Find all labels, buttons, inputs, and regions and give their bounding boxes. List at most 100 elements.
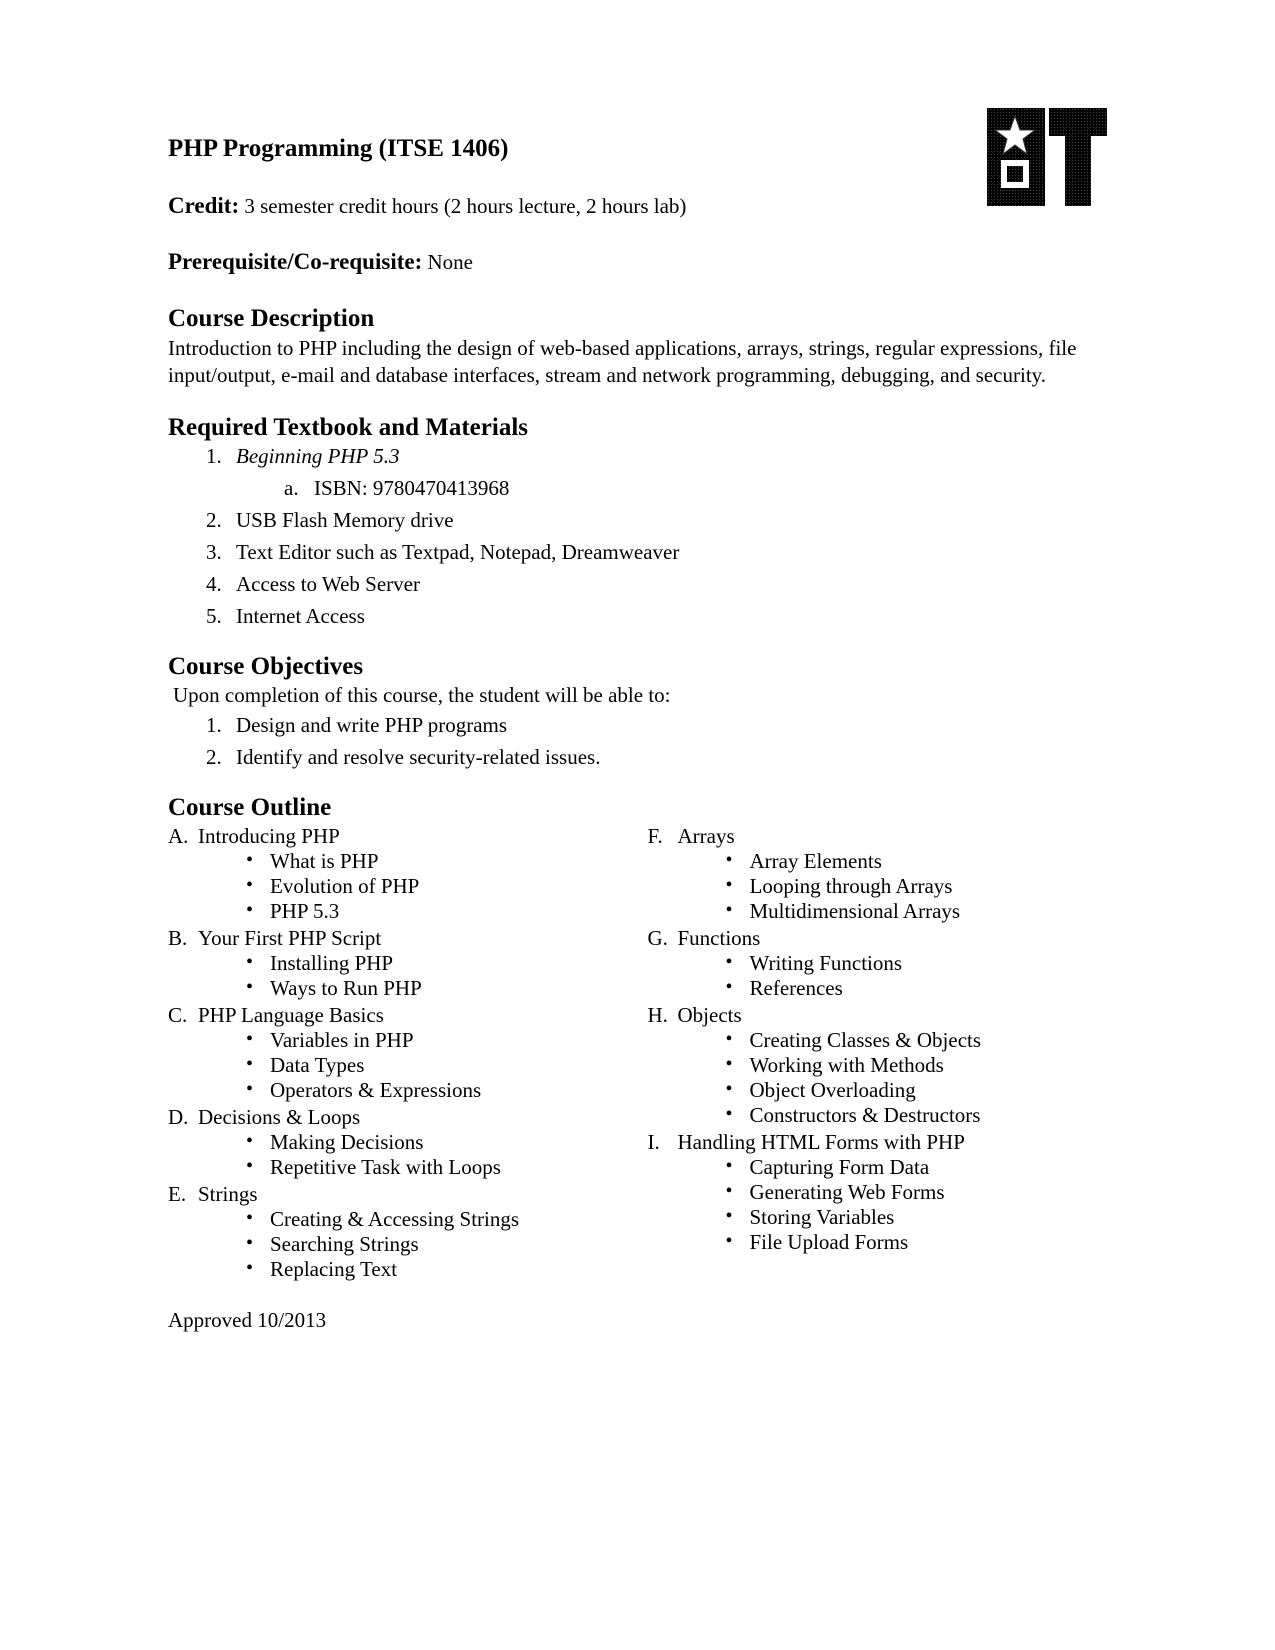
objectives-list: 1.Design and write PHP programs 2. Identif… xyxy=(168,713,1107,770)
outline-title-text: Handling HTML Forms with PHP xyxy=(678,1130,965,1154)
outline-bullet: Multidimensional Arrays xyxy=(726,899,1108,924)
outline-letter: G. xyxy=(648,926,668,951)
outline-heading: Course Outline xyxy=(168,794,1107,822)
institution-logo xyxy=(987,108,1107,210)
credit-value: 3 semester credit hours (2 hours lecture… xyxy=(244,194,686,218)
outline-bullets: Creating & Accessing StringsSearching St… xyxy=(168,1207,628,1282)
objectives-heading: Course Objectives xyxy=(168,653,1107,681)
outline-topic: A.Introducing PHPWhat is PHPEvolution of… xyxy=(168,824,628,924)
item-number: 2. xyxy=(206,745,222,770)
outline-bullet: Evolution of PHP xyxy=(246,874,628,899)
objectives-item: 2. Identify and resolve security-related … xyxy=(206,745,1107,770)
outline-section: Course Outline A.Introducing PHPWhat is … xyxy=(168,794,1107,1284)
materials-subitem: a. ISBN: 9780470413968 xyxy=(284,476,1107,501)
item-number: 5. xyxy=(206,604,222,629)
materials-section: Required Textbook and Materials 1. Beginn… xyxy=(168,414,1107,629)
outline-letter: I. xyxy=(648,1130,660,1155)
outline-title-text: PHP Language Basics xyxy=(198,1003,384,1027)
outline-right-column: F. ArraysArray ElementsLooping through Ar… xyxy=(648,824,1108,1284)
approval-footer: Approved 10/2013 xyxy=(168,1308,1107,1333)
course-title: PHP Programming (ITSE 1406) xyxy=(168,135,1107,163)
materials-list: 1. Beginning PHP 5.3 a. ISBN: 9780470413968… xyxy=(168,444,1107,629)
outline-bullet: Object Overloading xyxy=(726,1078,1108,1103)
outline-bullet: Operators & Expressions xyxy=(246,1078,628,1103)
objectives-section: Course Objectives Upon completion of thi… xyxy=(168,653,1107,770)
outline-title-text: Introducing PHP xyxy=(198,824,340,848)
outline-bullet: PHP 5.3 xyxy=(246,899,628,924)
outline-title-text: Decisions & Loops xyxy=(198,1105,360,1129)
outline-bullet: Replacing Text xyxy=(246,1257,628,1282)
outline-bullet: Searching Strings xyxy=(246,1232,628,1257)
outline-topic: B. Your First PHP ScriptInstalling PHPWay… xyxy=(168,926,628,1001)
outline-title-text: Your First PHP Script xyxy=(198,926,381,950)
objectives-item: 1.Design and write PHP programs xyxy=(206,713,1107,738)
outline-title-text: Strings xyxy=(198,1182,258,1206)
materials-sublist: a. ISBN: 9780470413968 xyxy=(236,476,1107,501)
outline-bullet: What is PHP xyxy=(246,849,628,874)
outline-bullet: Making Decisions xyxy=(246,1130,628,1155)
materials-item: 4.Access to Web Server xyxy=(206,572,1107,597)
item-number: 4. xyxy=(206,572,222,597)
outline-bullet: Looping through Arrays xyxy=(726,874,1108,899)
outline-topic: F. ArraysArray ElementsLooping through Ar… xyxy=(648,824,1108,924)
outline-bullet: Constructors & Destructors xyxy=(726,1103,1108,1128)
materials-item: 1. Beginning PHP 5.3 a. ISBN: 9780470413968 xyxy=(206,444,1107,501)
item-text: USB Flash Memory drive xyxy=(236,508,454,532)
outline-topic-title: H.Objects xyxy=(648,1003,1108,1028)
outline-topic: H.ObjectsCreating Classes & ObjectsWorki… xyxy=(648,1003,1108,1128)
outline-title-text: Functions xyxy=(678,926,761,950)
outline-bullet: Working with Methods xyxy=(726,1053,1108,1078)
subitem-letter: a. xyxy=(284,476,299,501)
materials-item: 2. USB Flash Memory drive xyxy=(206,508,1107,533)
outline-letter: F. xyxy=(648,824,663,849)
outline-title-text: Arrays xyxy=(678,824,735,848)
outline-bullet: Storing Variables xyxy=(726,1205,1108,1230)
materials-item: 3. Text Editor such as Textpad, Notepad, … xyxy=(206,540,1107,565)
outline-title-text: Objects xyxy=(678,1003,742,1027)
outline-bullet: Creating & Accessing Strings xyxy=(246,1207,628,1232)
outline-topic-title: F. Arrays xyxy=(648,824,1108,849)
outline-topic: C.PHP Language BasicsVariables in PHPDat… xyxy=(168,1003,628,1103)
outline-letter: B. xyxy=(168,926,187,951)
outline-bullet: Installing PHP xyxy=(246,951,628,976)
outline-topic-title: G. Functions xyxy=(648,926,1108,951)
subitem-text: ISBN: 9780470413968 xyxy=(314,476,509,500)
outline-bullet: File Upload Forms xyxy=(726,1230,1108,1255)
outline-bullet: Writing Functions xyxy=(726,951,1108,976)
item-number: 2. xyxy=(206,508,222,533)
item-number: 3. xyxy=(206,540,222,565)
course-description-text: Introduction to PHP including the design… xyxy=(168,335,1107,390)
outline-bullet: Creating Classes & Objects xyxy=(726,1028,1108,1053)
item-text: Identify and resolve security-related is… xyxy=(236,745,600,769)
outline-left-column: A.Introducing PHPWhat is PHPEvolution of… xyxy=(168,824,628,1284)
outline-bullet: Capturing Form Data xyxy=(726,1155,1108,1180)
outline-bullets: Variables in PHPData TypesOperators & Ex… xyxy=(168,1028,628,1103)
prereq-label: Prerequisite/Co-requisite: xyxy=(168,249,422,274)
outline-letter: E. xyxy=(168,1182,186,1207)
credit-label: Credit: xyxy=(168,193,239,218)
item-text: Beginning PHP 5.3 xyxy=(236,444,400,468)
prerequisite-line: Prerequisite/Co-requisite: None xyxy=(168,249,1107,275)
outline-bullet: Ways to Run PHP xyxy=(246,976,628,1001)
outline-bullets: Array ElementsLooping through ArraysMult… xyxy=(648,849,1108,924)
outline-topic: D. Decisions & LoopsMaking DecisionsRepet… xyxy=(168,1105,628,1180)
outline-bullets: What is PHPEvolution of PHPPHP 5.3 xyxy=(168,849,628,924)
outline-topic-title: A.Introducing PHP xyxy=(168,824,628,849)
materials-heading: Required Textbook and Materials xyxy=(168,414,1107,442)
item-number: 1. xyxy=(206,444,222,469)
outline-topic-title: I. Handling HTML Forms with PHP xyxy=(648,1130,1108,1155)
course-description-heading: Course Description xyxy=(168,305,1107,333)
item-number: 1. xyxy=(206,713,222,738)
outline-bullet: References xyxy=(726,976,1108,1001)
outline-topic: G. FunctionsWriting FunctionsReferences xyxy=(648,926,1108,1001)
outline-topic-title: E. Strings xyxy=(168,1182,628,1207)
materials-item: 5. Internet Access xyxy=(206,604,1107,629)
item-text: Internet Access xyxy=(236,604,365,628)
outline-topic-title: D. Decisions & Loops xyxy=(168,1105,628,1130)
outline-letter: D. xyxy=(168,1105,188,1130)
outline-bullet: Repetitive Task with Loops xyxy=(246,1155,628,1180)
outline-bullets: Writing FunctionsReferences xyxy=(648,951,1108,1001)
objectives-intro: Upon completion of this course, the stud… xyxy=(173,683,1107,708)
outline-topic-title: B. Your First PHP Script xyxy=(168,926,628,951)
item-text: Text Editor such as Textpad, Notepad, Dr… xyxy=(236,540,679,564)
